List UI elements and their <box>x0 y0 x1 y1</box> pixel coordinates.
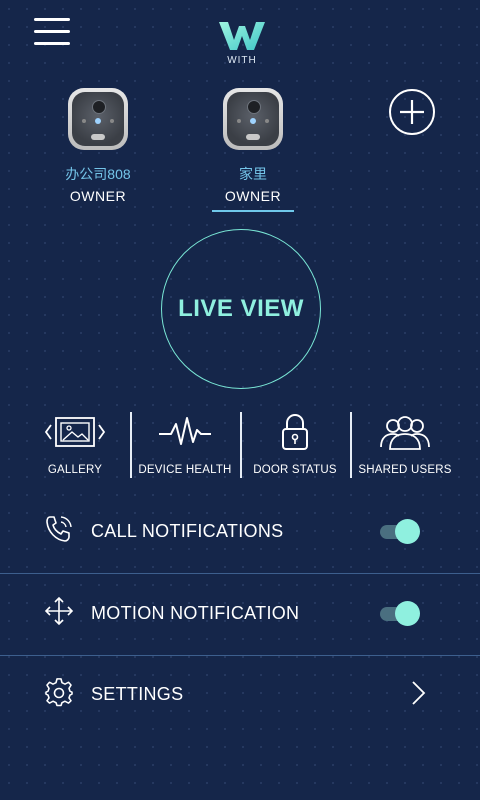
device-health-label: DEVICE HEALTH <box>138 464 232 476</box>
motion-notification-label: MOTION NOTIFICATION <box>91 603 300 623</box>
doorbell-camera-icon <box>223 88 283 150</box>
menu-bar <box>34 42 70 45</box>
gallery-icon <box>44 417 106 447</box>
device-card-home[interactable]: 家里 OWNER <box>193 88 313 212</box>
chevron-right-icon <box>412 681 426 705</box>
doorbell-camera-icon <box>68 88 128 150</box>
heartbeat-icon <box>159 417 211 445</box>
phone-ringing-icon <box>46 516 72 542</box>
toggle-knob <box>395 519 420 544</box>
call-notifications-label: CALL NOTIFICATIONS <box>91 521 284 541</box>
shared-users-label: SHARED USERS <box>358 464 452 476</box>
menu-bar <box>34 30 70 33</box>
w-logo-icon <box>219 22 265 50</box>
toggle-knob <box>395 601 420 626</box>
selected-device-underline <box>212 210 294 212</box>
motion-notification-toggle[interactable] <box>380 601 420 627</box>
call-notifications-row: CALL NOTIFICATIONS <box>0 492 480 572</box>
users-icon <box>380 416 430 450</box>
device-role: OWNER <box>69 188 127 204</box>
door-status-label: DOOR STATUS <box>253 464 337 476</box>
device-name: 办公司808 <box>65 166 131 182</box>
gallery-label: GALLERY <box>47 464 103 476</box>
menu-button[interactable] <box>34 18 70 48</box>
move-arrows-icon <box>44 596 74 626</box>
device-card-office[interactable]: 办公司808 OWNER <box>38 88 158 204</box>
feature-row: GALLERY DEVICE HEALTH DOOR STATUS SHARED… <box>20 410 460 480</box>
plus-icon <box>400 100 424 124</box>
menu-bar <box>34 18 70 21</box>
app-logo: WITH <box>210 18 274 70</box>
gallery-button[interactable]: GALLERY <box>20 410 130 480</box>
device-health-button[interactable]: DEVICE HEALTH <box>130 410 240 480</box>
settings-label: SETTINGS <box>91 684 184 704</box>
feature-divider <box>130 412 132 478</box>
door-status-button[interactable]: DOOR STATUS <box>240 410 350 480</box>
live-view-button[interactable]: LIVE VIEW <box>161 229 321 389</box>
feature-divider <box>350 412 352 478</box>
feature-divider <box>240 412 242 478</box>
logo-text: WITH <box>227 55 257 66</box>
add-device-button[interactable] <box>389 89 435 135</box>
gear-icon <box>45 678 73 707</box>
device-role: OWNER <box>224 188 282 204</box>
live-view-label: LIVE VIEW <box>178 295 304 322</box>
motion-notification-row: MOTION NOTIFICATION <box>0 574 480 654</box>
call-notifications-toggle[interactable] <box>380 519 420 545</box>
settings-row[interactable]: SETTINGS <box>0 656 480 736</box>
lock-icon <box>282 414 308 450</box>
device-name: 家里 <box>239 166 267 182</box>
shared-users-button[interactable]: SHARED USERS <box>350 410 460 480</box>
